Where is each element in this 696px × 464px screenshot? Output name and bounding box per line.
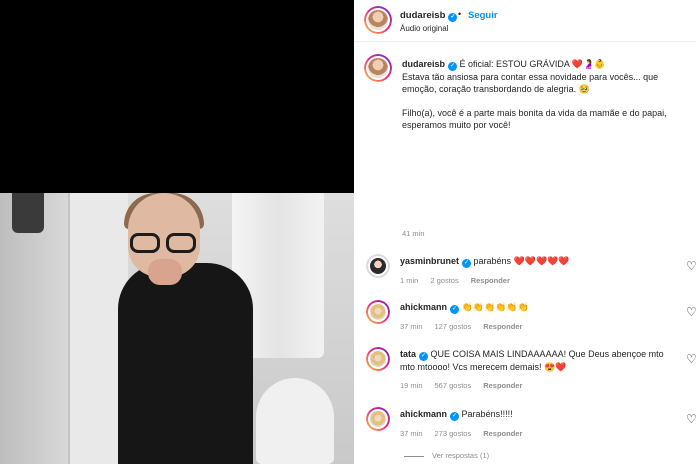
comment-item: tata ✓ QUE COISA MAIS LINDAAAAAA! Que Deu… (354, 345, 696, 397)
view-replies-label: Ver respostas (1) (432, 451, 490, 460)
video-person (118, 263, 253, 464)
comment-likes[interactable]: 567 gostos (435, 381, 472, 390)
comment-meta: 37 min 273 gostos Responder (400, 429, 534, 438)
commenter-avatar[interactable] (366, 300, 390, 324)
comment-item: yasminbrunet ✓ parabéns ❤️❤️❤️❤️❤️ 1 min 2… (354, 252, 696, 302)
like-heart-icon[interactable] (686, 352, 696, 366)
commenter-avatar[interactable] (366, 254, 390, 278)
reply-button[interactable]: Responder (483, 429, 522, 438)
video-player[interactable] (0, 0, 354, 464)
commenter-username[interactable]: ahickmann (400, 302, 447, 312)
separator-dot: • (458, 9, 462, 19)
reply-button[interactable]: Responder (483, 322, 522, 331)
verified-icon: ✓ (419, 352, 429, 361)
reply-button[interactable]: Responder (471, 276, 510, 285)
comment-likes[interactable]: 273 gostos (435, 429, 472, 438)
video-person-hands (148, 259, 182, 285)
comment-time[interactable]: 37 min (400, 429, 423, 438)
commenter-username[interactable]: tata (400, 349, 416, 359)
post-caption: dudareisb ✓ É oficial: ESTOU GRÁVIDA ❤️🤰👶… (402, 58, 688, 143)
comment-likes[interactable]: 2 gostos (430, 276, 458, 285)
post-time[interactable]: 41 min (402, 229, 425, 238)
post-header: dudareisb ✓ • Seguir Áudio original (354, 0, 696, 42)
video-hanger (12, 193, 44, 233)
comment-meta: 19 min 567 gostos Responder (400, 381, 534, 390)
video-person-glasses (130, 233, 200, 255)
comment-item: ahickmann ✓ Parabéns!!!!! 37 min 273 gosto… (354, 405, 696, 455)
audio-label[interactable]: Áudio original (400, 24, 448, 33)
comment-likes[interactable]: 127 gostos (435, 322, 472, 331)
comment-time[interactable]: 37 min (400, 322, 423, 331)
comment-text: ahickmann ✓ 👏👏👏👏👏👏 (400, 301, 674, 314)
comment-meta: 1 min 2 gostos Responder (400, 276, 522, 285)
comment-body: parabéns ❤️❤️❤️❤️❤️ (473, 256, 570, 266)
commenter-username[interactable]: yasminbrunet (400, 256, 459, 266)
like-heart-icon[interactable] (686, 259, 696, 273)
reply-button[interactable]: Responder (483, 381, 522, 390)
verified-icon: ✓ (448, 13, 458, 22)
comment-text: yasminbrunet ✓ parabéns ❤️❤️❤️❤️❤️ (400, 255, 674, 268)
video-toilet (256, 378, 334, 464)
verified-icon: ✓ (448, 62, 458, 71)
like-heart-icon[interactable] (686, 412, 696, 426)
comment-body: QUE COISA MAIS LINDAAAAAA! Que Deus aben… (400, 349, 664, 372)
video-wall (0, 193, 70, 464)
comment-body: Parabéns!!!!! (461, 409, 513, 419)
caption-username[interactable]: dudareisb (402, 59, 445, 69)
like-heart-icon[interactable] (686, 305, 696, 319)
caption-title: É oficial: ESTOU GRÁVIDA ❤️🤰👶 (459, 59, 606, 69)
post-panel: dudareisb ✓ • Seguir Áudio original dudar… (354, 0, 696, 464)
verified-icon: ✓ (450, 305, 460, 314)
commenter-avatar[interactable] (366, 407, 390, 431)
follow-button[interactable]: Seguir (468, 10, 498, 21)
caption-avatar[interactable] (364, 54, 392, 82)
caption-text: Estava tão ansiosa para contar essa novi… (402, 72, 659, 94)
verified-icon: ✓ (462, 259, 472, 268)
commenter-username[interactable]: ahickmann (400, 409, 447, 419)
author-username[interactable]: dudareisb ✓ (400, 10, 458, 22)
comment-text: ahickmann ✓ Parabéns!!!!! (400, 408, 674, 421)
comment-body: 👏👏👏👏👏👏 (461, 302, 529, 312)
caption-text-2: Filho(a), você é a parte mais bonita da … (402, 108, 667, 130)
comment-meta: 37 min 127 gostos Responder (400, 322, 534, 331)
comment-text: tata ✓ QUE COISA MAIS LINDAAAAAA! Que Deu… (400, 348, 674, 373)
commenter-avatar[interactable] (366, 347, 390, 371)
replies-divider (404, 455, 424, 457)
verified-icon: ✓ (450, 412, 460, 421)
comment-time[interactable]: 19 min (400, 381, 423, 390)
video-frame[interactable] (0, 193, 354, 464)
view-replies-button[interactable]: Ver respostas (1) (404, 451, 489, 460)
author-avatar[interactable] (364, 6, 392, 34)
comment-item: ahickmann ✓ 👏👏👏👏👏👏 37 min 127 gostos Respon… (354, 298, 696, 348)
comment-time[interactable]: 1 min (400, 276, 418, 285)
